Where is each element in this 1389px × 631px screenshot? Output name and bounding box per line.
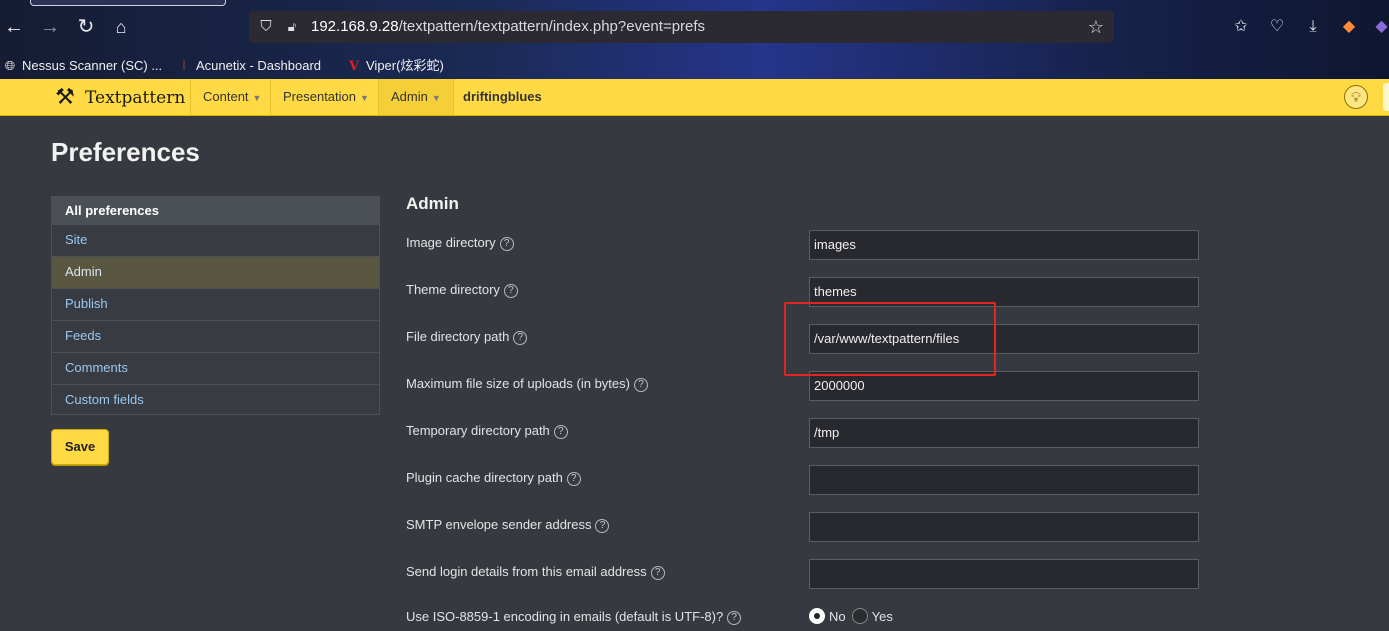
forward-icon[interactable]: → [38,15,62,39]
label-text: File directory path [406,329,510,344]
help-icon[interactable]: ? [650,566,665,580]
sidebar-heading[interactable]: All preferences [52,197,379,224]
app-header: ⚒ Textpattern Content ▼ Presentation ▼ Adm… [0,79,1389,116]
nav-label: Admin [391,89,428,104]
nav-label: Content [203,89,249,104]
caret-down-icon: ▼ [360,92,369,103]
radio-no[interactable] [809,608,825,624]
sidebar-item-site[interactable]: Site [52,224,379,256]
shield-icon[interactable]: ⛉ [257,17,275,37]
pref-label-theme-directory: Theme directory? [406,282,518,298]
url-path: /textpattern/textpattern/index.php?event… [398,18,706,35]
label-text: Send login details from this email addre… [406,564,647,579]
sidebar-item-publish[interactable]: Publish [52,288,379,320]
bookmark-acunetix[interactable]: ⦚ Acunetix - Dashboard [176,55,321,77]
image-directory-input[interactable]: images [809,230,1199,260]
label-text: Maximum file size of uploads (in bytes) [406,376,630,391]
pref-label-max-upload-size: Maximum file size of uploads (in bytes)? [406,376,648,392]
extension-icon[interactable]: ◆ [1338,16,1360,38]
caret-down-icon: ▼ [431,92,441,103]
bookmark-star-icon[interactable]: ☆ [1086,16,1106,38]
bookmark-label: Viper(炫彩蛇) [366,58,444,73]
bookmark-label: Nessus Scanner (SC) ... [22,58,163,73]
bookmark-label: Acunetix - Dashboard [196,58,322,73]
plugin-cache-path-input[interactable] [809,465,1199,495]
home-icon[interactable]: ⌂ [109,15,133,39]
label-text: Theme directory [406,282,500,297]
bookmark-viper[interactable]: V Viper(炫彩蛇) [346,55,444,77]
insecure-lock-icon[interactable]: 🔓︎ [283,17,301,37]
lightbulb-icon[interactable]: 💡︎ [1344,85,1368,109]
section-title: Admin [406,194,459,213]
temp-directory-path-input[interactable]: /tmp [809,418,1199,448]
save-button[interactable]: Save [51,429,109,465]
label-text: SMTP envelope sender address [406,517,592,532]
bookmarks-bar: 🌐︎ Nessus Scanner (SC) ... ⦚ Acunetix - Da… [0,54,1389,79]
pref-label-plugin-cache-path: Plugin cache directory path? [406,470,581,486]
download-icon[interactable]: ⤓ [1302,16,1324,38]
pref-label-file-directory-path: File directory path? [406,329,528,345]
site-name-link[interactable]: driftingblues [463,79,542,115]
help-icon[interactable]: ? [566,472,581,486]
header-edge-button[interactable] [1383,83,1389,111]
pocket-icon[interactable]: ♡ [1266,16,1288,38]
label-text: Image directory [406,235,496,250]
browser-tab[interactable] [30,0,226,6]
pref-label-encoding: Use ISO-8859-1 encoding in emails (defau… [406,609,742,625]
smtp-sender-input[interactable] [809,512,1199,542]
nav-label: Presentation [283,89,356,104]
help-icon[interactable]: ? [553,425,568,439]
preferences-sidebar: All preferences Site Admin Publish Feeds… [51,196,380,415]
label-text: Temporary directory path [406,423,550,438]
nav-presentation[interactable]: Presentation ▼ [270,79,381,115]
label-text: Use ISO-8859-1 encoding in emails (defau… [406,609,724,624]
browser-nav-row: ← → ↻ ⌂ ⛉ 🔓︎ 192.168.9.28/textpattern/te… [0,0,1389,54]
collections-star-icon[interactable]: ✩ [1230,16,1252,38]
radio-label-no[interactable]: No [829,609,846,624]
label-text: Plugin cache directory path [406,470,563,485]
nav-content[interactable]: Content ▼ [190,79,273,115]
help-icon[interactable]: ? [499,237,514,251]
url-bar[interactable]: ⛉ 🔓︎ 192.168.9.28/textpattern/textpatter… [249,11,1114,43]
page-title: Preferences [51,137,200,167]
radio-yes[interactable] [851,608,868,624]
login-email-input[interactable] [809,559,1199,589]
sidebar-item-admin[interactable]: Admin [52,256,379,288]
encoding-radio-group: No Yes [809,607,899,625]
help-icon[interactable]: ? [503,284,518,298]
highlight-annotation-box [784,302,996,376]
help-icon[interactable]: ? [513,331,528,345]
pref-label-image-directory: Image directory? [406,235,514,251]
caret-down-icon: ▼ [252,92,262,103]
hammer-icon: ⚒ [55,85,75,110]
url-host: 192.168.9.28 [311,18,399,35]
sidebar-item-comments[interactable]: Comments [52,352,379,384]
help-icon[interactable]: ? [633,378,648,392]
nav-admin[interactable]: Admin ▼ [378,79,454,115]
radio-label-yes[interactable]: Yes [872,609,893,624]
url-text[interactable]: 192.168.9.28/textpattern/textpattern/ind… [311,18,705,35]
back-icon[interactable]: ← [2,15,26,39]
extension-icon-2[interactable]: ◆ [1374,16,1389,38]
help-icon[interactable]: ? [595,519,610,533]
help-icon[interactable]: ? [727,611,742,625]
acunetix-icon: ⦚ [182,58,186,73]
textpattern-logo[interactable]: ⚒ Textpattern [51,84,185,111]
sidebar-item-custom-fields[interactable]: Custom fields [52,384,379,416]
pref-label-smtp-sender: SMTP envelope sender address? [406,517,610,533]
globe-icon: 🌐︎ [4,58,16,73]
browser-toolbar: ← → ↻ ⌂ ⛉ 🔓︎ 192.168.9.28/textpattern/te… [0,0,1389,79]
pref-label-login-email: Send login details from this email addre… [406,564,665,580]
bookmark-nessus[interactable]: 🌐︎ Nessus Scanner (SC) ... [2,55,162,77]
viper-icon: V [348,59,360,74]
pref-label-temp-directory-path: Temporary directory path? [406,423,568,439]
sidebar-item-feeds[interactable]: Feeds [52,320,379,352]
reload-icon[interactable]: ↻ [74,15,98,39]
logo-text: Textpattern [85,87,186,108]
